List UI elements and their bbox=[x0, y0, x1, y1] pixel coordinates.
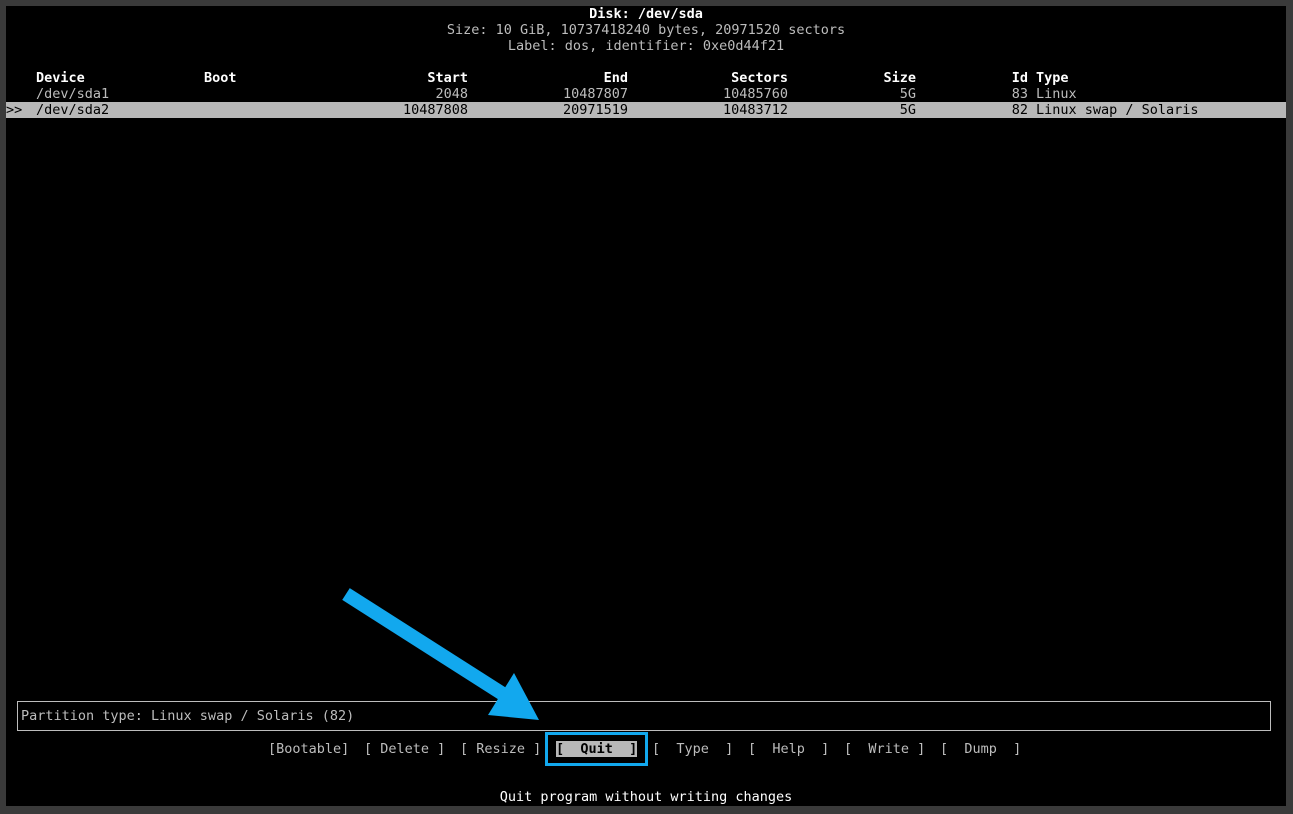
col-start-header: Start bbox=[427, 70, 468, 86]
table-row-selected[interactable]: >> /dev/sda2 10487808 20971519 10483712 … bbox=[6, 102, 1286, 118]
col-sectors-header: Sectors bbox=[731, 70, 788, 86]
table-row[interactable]: /dev/sda1 2048 10487807 10485760 5G 83 L… bbox=[6, 86, 1286, 102]
col-device-header: Device bbox=[36, 70, 85, 86]
partition-type-text: Partition type: Linux swap / Solaris (82… bbox=[21, 708, 355, 724]
help-button[interactable]: [ Help ] bbox=[748, 741, 829, 757]
terminal-screen: Disk: /dev/sda Size: 10 GiB, 10737418240… bbox=[6, 6, 1286, 806]
col-type-header: Type bbox=[1036, 70, 1069, 86]
row-size: 5G bbox=[899, 86, 916, 102]
row-type: Linux swap / Solaris bbox=[1036, 102, 1199, 118]
row-end: 20971519 bbox=[562, 102, 628, 118]
row-device: /dev/sda1 bbox=[36, 86, 110, 102]
row-start: 2048 bbox=[435, 86, 468, 102]
action-menu: [Bootable] [ Delete ] [ Resize ] [ Quit … bbox=[6, 740, 1286, 758]
disk-size-info: Size: 10 GiB, 10737418240 bytes, 2097152… bbox=[446, 22, 846, 38]
row-id: 83 bbox=[1011, 86, 1028, 102]
quit-button[interactable]: [ Quit ] bbox=[556, 741, 638, 757]
delete-button[interactable]: [ Delete ] bbox=[364, 741, 445, 757]
row-id: 82 bbox=[1011, 102, 1028, 118]
row-device: /dev/sda2 bbox=[36, 102, 110, 118]
row-sectors: 10485760 bbox=[722, 86, 788, 102]
partition-info-box: Partition type: Linux swap / Solaris (82… bbox=[17, 701, 1271, 731]
disk-label-info: Label: dos, identifier: 0xe0d44f21 bbox=[507, 38, 785, 54]
pointer-arrow-icon bbox=[342, 588, 539, 720]
bootable-button[interactable]: [Bootable] bbox=[268, 741, 349, 757]
resize-button[interactable]: [ Resize ] bbox=[460, 741, 541, 757]
row-size: 5G bbox=[899, 102, 916, 118]
dump-button[interactable]: [ Dump ] bbox=[940, 741, 1021, 757]
col-end-header: End bbox=[603, 70, 628, 86]
table-header: Device Boot Start End Sectors Size Id Ty… bbox=[6, 70, 1286, 86]
col-boot-header: Boot bbox=[204, 70, 237, 86]
row-sectors: 10483712 bbox=[722, 102, 788, 118]
type-button[interactable]: [ Type ] bbox=[652, 741, 733, 757]
write-button[interactable]: [ Write ] bbox=[844, 741, 925, 757]
col-id-header: Id bbox=[1011, 70, 1028, 86]
row-marker: >> bbox=[6, 102, 23, 118]
row-end: 10487807 bbox=[562, 86, 628, 102]
col-size-header: Size bbox=[883, 70, 916, 86]
disk-title: Disk: /dev/sda bbox=[589, 6, 703, 22]
action-hint-text: Quit program without writing changes bbox=[499, 789, 793, 805]
row-start: 10487808 bbox=[402, 102, 468, 118]
row-type: Linux bbox=[1036, 86, 1077, 102]
